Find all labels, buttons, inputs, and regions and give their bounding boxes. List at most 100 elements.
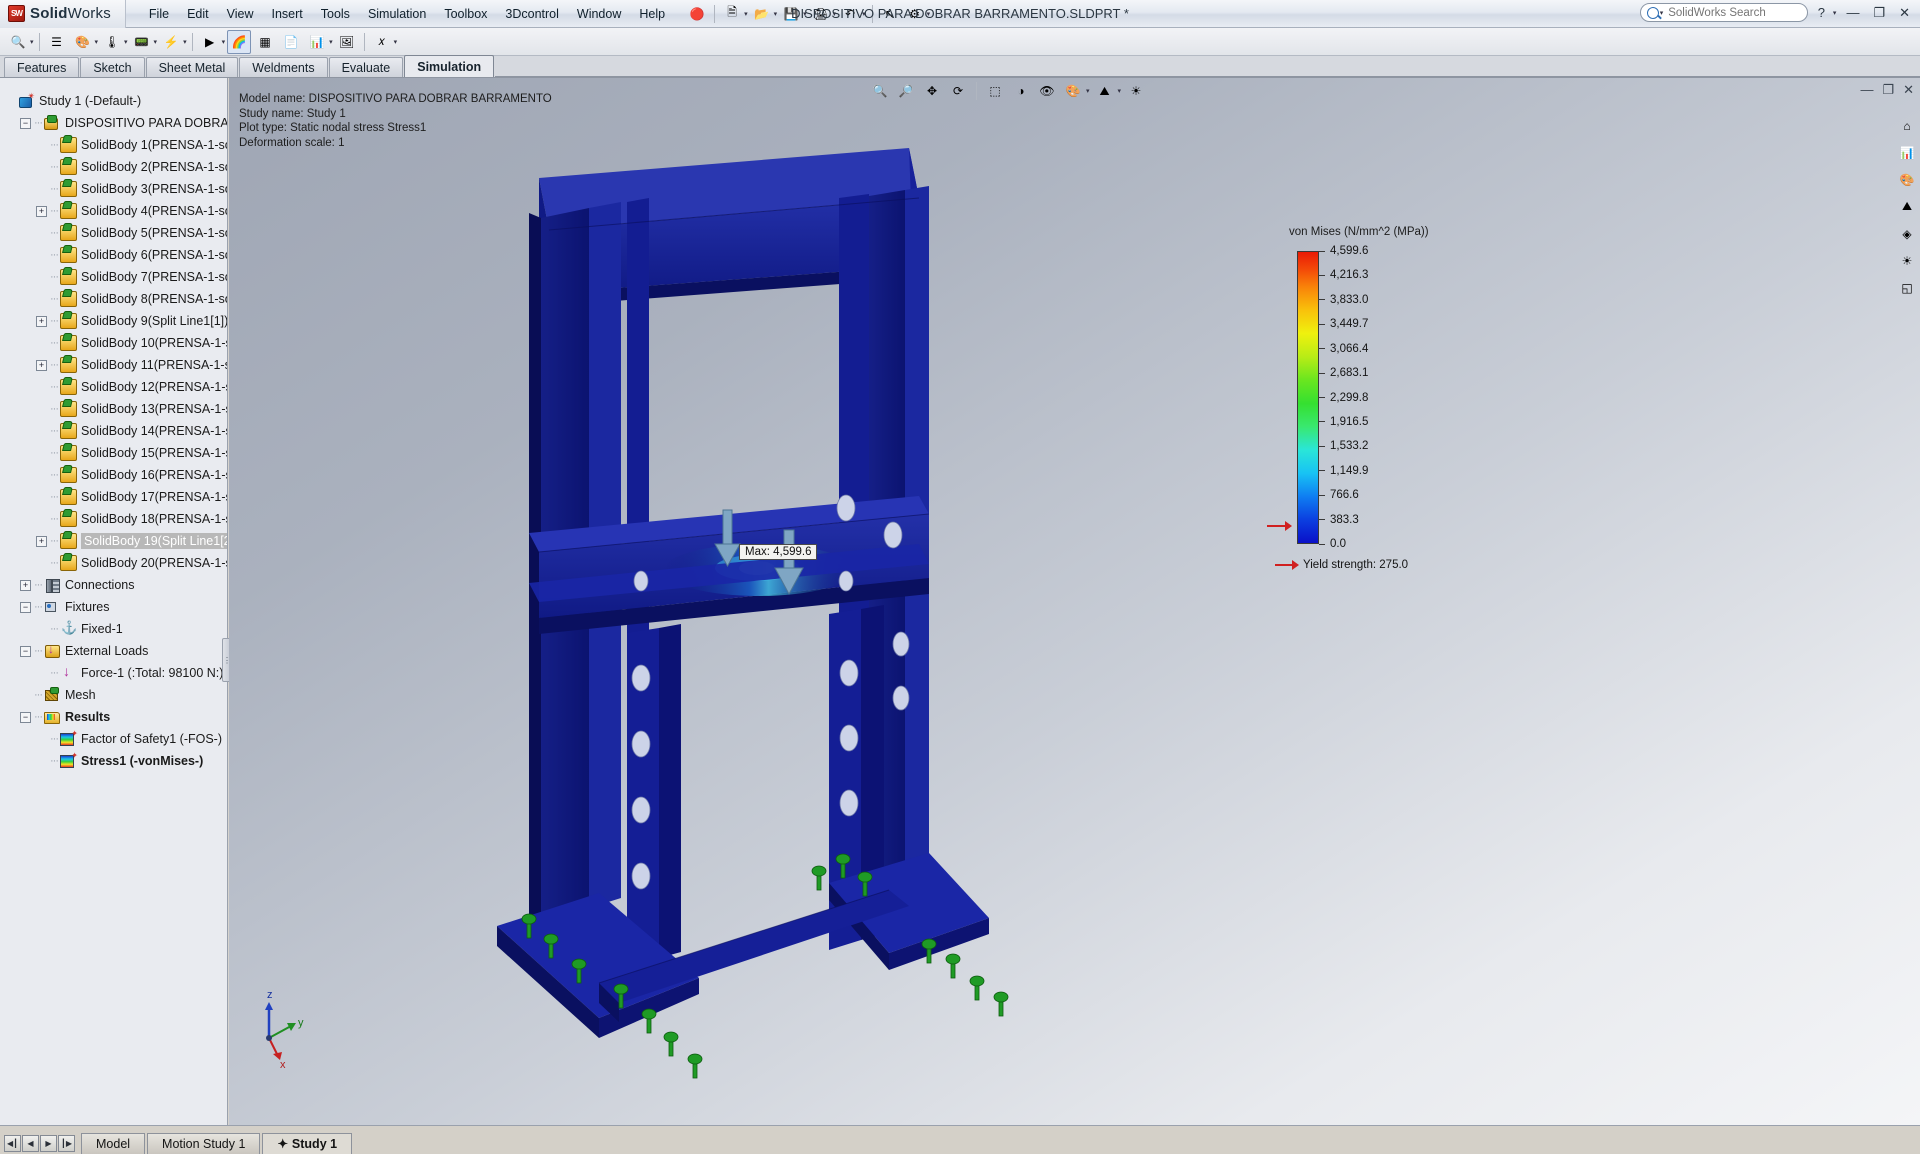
open-document-icon[interactable]: 📂 bbox=[751, 3, 773, 24]
new-document-caret-icon[interactable]: ▾ bbox=[744, 10, 748, 18]
external-loads-caret-icon[interactable]: ▾ bbox=[154, 38, 158, 46]
decals-icon[interactable]: ◈ bbox=[1897, 224, 1917, 243]
tab-weldments[interactable]: Weldments bbox=[239, 57, 327, 77]
undo-icon[interactable]: ↶ bbox=[839, 3, 861, 24]
print-caret-icon[interactable]: ▾ bbox=[833, 10, 837, 18]
apply-material-icon[interactable]: 🎨 bbox=[71, 30, 95, 54]
display-manager-icon[interactable]: 📊 bbox=[1897, 143, 1917, 162]
tree-node[interactable]: +···Connections bbox=[0, 574, 227, 596]
menu-item-simulation[interactable]: Simulation bbox=[359, 3, 435, 25]
expand-icon[interactable]: + bbox=[36, 206, 47, 217]
options-caret-icon[interactable]: ▾ bbox=[927, 10, 931, 18]
open-document-caret-icon[interactable]: ▾ bbox=[774, 10, 778, 18]
tree-node[interactable]: ···SolidBody 10(PRENSA-1-so bbox=[0, 332, 227, 354]
tab-sheet-metal[interactable]: Sheet Metal bbox=[146, 57, 239, 77]
tree-node[interactable]: ···SolidBody 15(PRENSA-1-so bbox=[0, 442, 227, 464]
tab-features[interactable]: Features bbox=[4, 57, 79, 77]
graphics-viewport[interactable]: 🔍 🔎 ✥ ⟳ ⬚ ◑ 👁 🎨 ▾ ⛰ ▾ ☀ — ❐ ✕ Model name… bbox=[229, 78, 1920, 1125]
tab-motion-study[interactable]: Motion Study 1 bbox=[147, 1133, 260, 1154]
menu-item-edit[interactable]: Edit bbox=[178, 3, 218, 25]
prev-tab-button[interactable]: ◀ bbox=[22, 1135, 39, 1152]
expand-icon[interactable]: + bbox=[20, 580, 31, 591]
tree-node[interactable]: Study 1 (-Default-) bbox=[0, 90, 227, 112]
tree-node[interactable]: −···Fixtures bbox=[0, 596, 227, 618]
minimize-button[interactable]: — bbox=[1842, 5, 1863, 20]
run-study-icon[interactable]: ▶ bbox=[198, 30, 222, 54]
tree-node[interactable]: +···SolidBody 11(PRENSA-1-so bbox=[0, 354, 227, 376]
study-advisor-caret-icon[interactable]: ▾ bbox=[30, 38, 34, 46]
expand-icon[interactable]: + bbox=[36, 536, 47, 547]
collapse-icon[interactable]: − bbox=[20, 602, 31, 613]
tree-node[interactable]: −···DISPOSITIVO PARA DOBRAR B bbox=[0, 112, 227, 134]
save-icon[interactable]: 💾 bbox=[780, 3, 802, 24]
help-caret-icon[interactable]: ▾ bbox=[1833, 9, 1837, 17]
tree-node[interactable]: −···Results bbox=[0, 706, 227, 728]
tree-node[interactable]: ···Factor of Safety1 (-FOS-) bbox=[0, 728, 227, 750]
tab-study-1[interactable]: ✦Study 1 bbox=[262, 1133, 352, 1154]
tree-node[interactable]: −···External Loads bbox=[0, 640, 227, 662]
search-box[interactable]: ▾ bbox=[1640, 3, 1808, 22]
tree-node[interactable]: ···Force-1 (:Total: 98100 N:) bbox=[0, 662, 227, 684]
select-icon[interactable]: ↖ bbox=[879, 3, 901, 24]
menu-item-toolbox[interactable]: Toolbox bbox=[435, 3, 496, 25]
study-advisor-icon[interactable]: 🔍 bbox=[6, 30, 30, 54]
collapse-icon[interactable]: − bbox=[20, 712, 31, 723]
menu-item-file[interactable]: File bbox=[140, 3, 178, 25]
fixtures-advisor-icon[interactable]: 🌡 bbox=[100, 30, 124, 54]
tree-node[interactable]: ···SolidBody 18(PRENSA-1-so bbox=[0, 508, 227, 530]
study-list-icon[interactable]: ☰ bbox=[45, 30, 69, 54]
help-button[interactable]: ? bbox=[1814, 5, 1829, 20]
menu-item-insert[interactable]: Insert bbox=[262, 3, 311, 25]
feature-tree[interactable]: Study 1 (-Default-)−···DISPOSITIVO PARA … bbox=[0, 90, 227, 1125]
options-icon[interactable]: ⚙ bbox=[904, 3, 926, 24]
custom-views-icon[interactable]: ◱ bbox=[1897, 278, 1917, 297]
search-input[interactable] bbox=[1666, 6, 1784, 20]
expand-icon[interactable]: + bbox=[36, 316, 47, 327]
tree-node[interactable]: ···SolidBody 6(PRENSA-1-soli bbox=[0, 244, 227, 266]
scenes-icon[interactable]: ⛰ bbox=[1897, 197, 1917, 216]
tree-node[interactable]: ···SolidBody 8(PRENSA-1-soli bbox=[0, 288, 227, 310]
tab-model[interactable]: Model bbox=[81, 1133, 145, 1154]
next-tab-button[interactable]: ▶ bbox=[40, 1135, 57, 1152]
tree-node[interactable]: +···SolidBody 19(Split Line1[2]) bbox=[0, 530, 227, 552]
tree-node[interactable]: ···Fixed-1 bbox=[0, 618, 227, 640]
last-tab-button[interactable]: ┃▶ bbox=[58, 1135, 75, 1152]
tree-node[interactable]: ···SolidBody 7(PRENSA-1-soli bbox=[0, 266, 227, 288]
include-image-icon[interactable]: 🖼 bbox=[335, 30, 359, 54]
menu-item-view[interactable]: View bbox=[218, 3, 263, 25]
connections-advisor-icon[interactable]: ⚡ bbox=[159, 30, 183, 54]
results-advisor-icon[interactable]: 🌈 bbox=[227, 30, 251, 54]
print-icon[interactable]: 🖨 bbox=[810, 3, 832, 24]
compare-results-icon[interactable]: ▦ bbox=[253, 30, 277, 54]
search-dropdown-caret-icon[interactable]: ▾ bbox=[1660, 9, 1664, 17]
new-document-icon[interactable]: 🗎 bbox=[721, 3, 743, 24]
tree-node[interactable]: +···SolidBody 4(PRENSA-1-soli bbox=[0, 200, 227, 222]
fixtures-advisor-caret-icon[interactable]: ▾ bbox=[124, 38, 128, 46]
tree-node[interactable]: ···SolidBody 20(PRENSA-1-so bbox=[0, 552, 227, 574]
collapse-icon[interactable]: − bbox=[20, 118, 31, 129]
lights-icon[interactable]: ☀ bbox=[1897, 251, 1917, 270]
first-tab-button[interactable]: ◀┃ bbox=[4, 1135, 21, 1152]
collapse-icon[interactable]: − bbox=[20, 646, 31, 657]
chart-icon[interactable]: 📊 bbox=[305, 30, 329, 54]
rebuild-icon[interactable]: 🔴 bbox=[686, 3, 708, 24]
tree-node[interactable]: ···SolidBody 3(PRENSA-1-soli bbox=[0, 178, 227, 200]
tab-simulation[interactable]: Simulation bbox=[404, 55, 494, 77]
tree-node[interactable]: ···SolidBody 1(PRENSA-1-soli bbox=[0, 134, 227, 156]
home-icon[interactable]: ⌂ bbox=[1897, 116, 1917, 135]
tree-node[interactable]: ···SolidBody 16(PRENSA-1-so bbox=[0, 464, 227, 486]
menu-item-window[interactable]: Window bbox=[568, 3, 630, 25]
run-study-caret-icon[interactable]: ▾ bbox=[222, 38, 226, 46]
tree-node[interactable]: ···SolidBody 13(PRENSA-1-so bbox=[0, 398, 227, 420]
tab-sketch[interactable]: Sketch bbox=[80, 57, 144, 77]
external-loads-icon[interactable]: 📟 bbox=[130, 30, 154, 54]
tree-node[interactable]: ···SolidBody 17(PRENSA-1-so bbox=[0, 486, 227, 508]
tab-evaluate[interactable]: Evaluate bbox=[329, 57, 404, 77]
expand-icon[interactable]: + bbox=[36, 360, 47, 371]
apply-material-caret-icon[interactable]: ▾ bbox=[95, 38, 99, 46]
tree-node[interactable]: ···SolidBody 2(PRENSA-1-soli bbox=[0, 156, 227, 178]
tree-node[interactable]: +···SolidBody 9(Split Line1[1]) ( bbox=[0, 310, 227, 332]
design-insight-caret-icon[interactable]: ▾ bbox=[394, 38, 398, 46]
tree-node[interactable]: ···SolidBody 12(PRENSA-1-so bbox=[0, 376, 227, 398]
undo-caret-icon[interactable]: ▾ bbox=[862, 10, 866, 18]
